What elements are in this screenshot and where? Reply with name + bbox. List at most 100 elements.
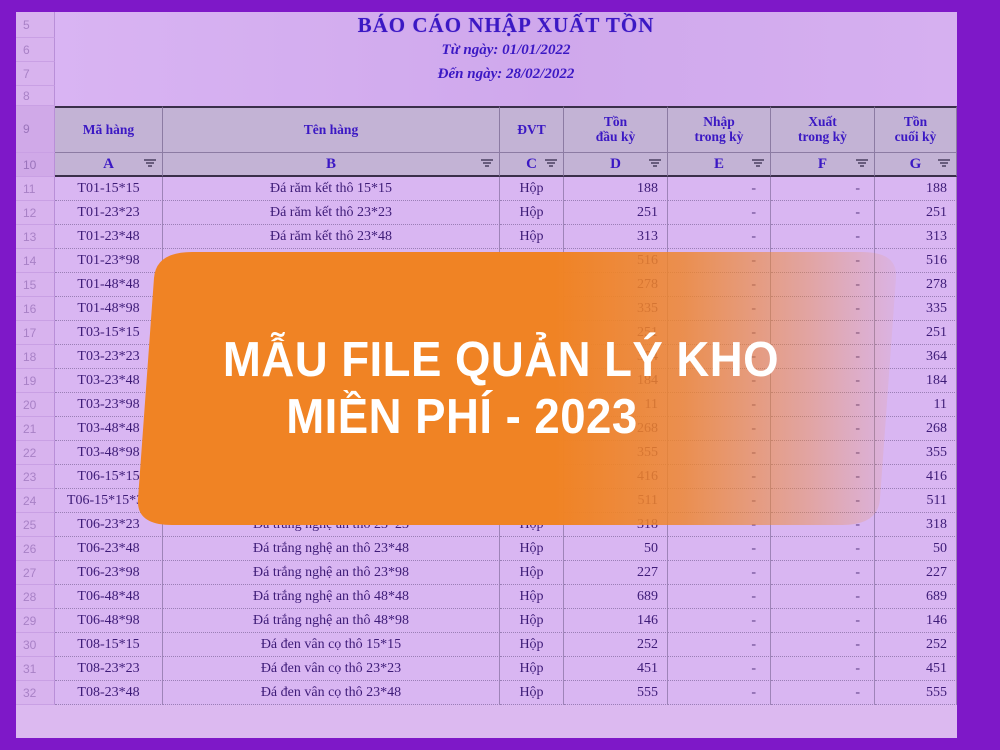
- row-number-19[interactable]: 19: [16, 369, 55, 393]
- cell-dvt[interactable]: Hộp: [500, 225, 564, 249]
- cell-ton-dau-ky[interactable]: 184: [564, 369, 668, 393]
- cell-xuat-trong-ky[interactable]: -: [771, 657, 875, 681]
- cell-ton-cuoi-ky[interactable]: 318: [875, 513, 957, 537]
- table-row[interactable]: 25 T06-23*23 Đá trắng nghệ an thô 23*23 Hộp…: [16, 513, 957, 537]
- row-number-15[interactable]: 15: [16, 273, 55, 297]
- cell-ton-cuoi-ky[interactable]: 278: [875, 273, 957, 297]
- cell-xuat-trong-ky[interactable]: -: [771, 465, 875, 489]
- row-number-27[interactable]: 27: [16, 561, 55, 585]
- cell-nhap-trong-ky[interactable]: -: [668, 609, 771, 633]
- row-number-7[interactable]: 7: [16, 62, 55, 86]
- row-number-20[interactable]: 20: [16, 393, 55, 417]
- cell-xuat-trong-ky[interactable]: -: [771, 177, 875, 201]
- cell-ma-hang[interactable]: T01-15*15: [55, 177, 163, 201]
- table-row[interactable]: 18 T03-23*23 Đá vàng thô 23*23 Hộp 364- -364: [16, 345, 957, 369]
- cell-ton-dau-ky[interactable]: 251: [564, 321, 668, 345]
- cell-nhap-trong-ky[interactable]: -: [668, 225, 771, 249]
- cell-dvt[interactable]: Hộp: [500, 369, 564, 393]
- cell-dvt[interactable]: Hộp: [500, 393, 564, 417]
- table-row[interactable]: 21 T03-48*48 Đá vàng thô 48*48 Hộp 268- -268: [16, 417, 957, 441]
- cell-ten-hang[interactable]: Đá răm kết thô 48*98: [163, 297, 500, 321]
- cell-ma-hang[interactable]: T06-15*15*32: [55, 489, 163, 513]
- filter-icon-d[interactable]: [648, 159, 661, 169]
- cell-ton-dau-ky[interactable]: 251: [564, 201, 668, 225]
- cell-ton-cuoi-ky[interactable]: 251: [875, 321, 957, 345]
- cell-dvt[interactable]: Hộp: [500, 201, 564, 225]
- cell-ma-hang[interactable]: T01-23*23: [55, 201, 163, 225]
- cell-ton-dau-ky[interactable]: 689: [564, 585, 668, 609]
- cell-dvt[interactable]: Hộp: [500, 321, 564, 345]
- cell-ten-hang[interactable]: Đá răm kết thô 23*23: [163, 201, 500, 225]
- cell-ton-cuoi-ky[interactable]: 251: [875, 201, 957, 225]
- column-header-dvt[interactable]: ĐVT: [500, 106, 564, 153]
- cell-ton-dau-ky[interactable]: 318: [564, 513, 668, 537]
- cell-ton-cuoi-ky[interactable]: 11: [875, 393, 957, 417]
- row-number-26[interactable]: 26: [16, 537, 55, 561]
- row-number-21[interactable]: 21: [16, 417, 55, 441]
- cell-dvt[interactable]: Hộp: [500, 249, 564, 273]
- cell-ten-hang[interactable]: Đá trắng nghệ an thô 48*98: [163, 609, 500, 633]
- cell-xuat-trong-ky[interactable]: -: [771, 561, 875, 585]
- table-row[interactable]: 27 T06-23*98 Đá trắng nghệ an thô 23*98 Hộp…: [16, 561, 957, 585]
- cell-ton-dau-ky[interactable]: 355: [564, 441, 668, 465]
- table-row[interactable]: 30 T08-15*15 Đá đen vân cọ thô 15*15 Hộp 252…: [16, 633, 957, 657]
- cell-nhap-trong-ky[interactable]: -: [668, 585, 771, 609]
- cell-dvt[interactable]: Hộp: [500, 441, 564, 465]
- column-header-xuat-trong-ky[interactable]: Xuất trong kỳ: [771, 106, 875, 153]
- cell-xuat-trong-ky[interactable]: -: [771, 321, 875, 345]
- cell-ton-dau-ky[interactable]: 188: [564, 177, 668, 201]
- cell-nhap-trong-ky[interactable]: -: [668, 369, 771, 393]
- cell-nhap-trong-ky[interactable]: -: [668, 633, 771, 657]
- cell-nhap-trong-ky[interactable]: -: [668, 441, 771, 465]
- table-row[interactable]: 23 T06-15*15 Đá trắng nghệ an thô 15*15 Hộp…: [16, 465, 957, 489]
- cell-ma-hang[interactable]: T06-48*48: [55, 585, 163, 609]
- cell-ton-dau-ky[interactable]: 227: [564, 561, 668, 585]
- cell-nhap-trong-ky[interactable]: -: [668, 321, 771, 345]
- cell-ma-hang[interactable]: T06-23*98: [55, 561, 163, 585]
- cell-ton-dau-ky[interactable]: 516: [564, 249, 668, 273]
- cell-ton-dau-ky[interactable]: 416: [564, 465, 668, 489]
- cell-xuat-trong-ky[interactable]: -: [771, 273, 875, 297]
- row-number-29[interactable]: 29: [16, 609, 55, 633]
- cell-ten-hang[interactable]: Đá răm kết thô 15*15: [163, 177, 500, 201]
- spreadsheet-canvas[interactable]: 5 BÁO CÁO NHẬP XUẤT TỒN 6 Từ ngày: 01/01…: [16, 12, 957, 738]
- cell-ton-cuoi-ky[interactable]: 252: [875, 633, 957, 657]
- table-row[interactable]: 16 T01-48*98 Đá răm kết thô 48*98 Hộp 335- -3…: [16, 297, 957, 321]
- cell-ton-cuoi-ky[interactable]: 355: [875, 441, 957, 465]
- cell-ton-dau-ky[interactable]: 50: [564, 537, 668, 561]
- cell-xuat-trong-ky[interactable]: -: [771, 297, 875, 321]
- cell-ten-hang[interactable]: Đá trắng nghệ an thô 23*23: [163, 513, 500, 537]
- cell-dvt[interactable]: Hộp: [500, 585, 564, 609]
- cell-dvt[interactable]: Hộp: [500, 417, 564, 441]
- row-number-8[interactable]: 8: [16, 86, 55, 106]
- cell-dvt[interactable]: Hộp: [500, 561, 564, 585]
- column-letter-c[interactable]: C: [500, 153, 564, 177]
- cell-ton-cuoi-ky[interactable]: 335: [875, 297, 957, 321]
- row-number-5[interactable]: 5: [16, 12, 55, 38]
- cell-ton-dau-ky[interactable]: 451: [564, 657, 668, 681]
- cell-ten-hang[interactable]: Đá trắng nghệ an thô 23*98: [163, 561, 500, 585]
- filter-icon-f[interactable]: [855, 159, 868, 169]
- cell-ten-hang[interactable]: Đá trắng nghệ an thô 15*15*32: [163, 489, 500, 513]
- cell-dvt[interactable]: Hộp: [500, 177, 564, 201]
- cell-ten-hang[interactable]: Đá vàng thô 15*15: [163, 321, 500, 345]
- cell-ma-hang[interactable]: T01-23*98: [55, 249, 163, 273]
- cell-xuat-trong-ky[interactable]: -: [771, 441, 875, 465]
- cell-nhap-trong-ky[interactable]: -: [668, 513, 771, 537]
- cell-dvt[interactable]: Hộp: [500, 657, 564, 681]
- cell-dvt[interactable]: Hộp: [500, 465, 564, 489]
- row-number-9[interactable]: 9: [16, 106, 55, 153]
- cell-ten-hang[interactable]: Đá vàng thô 48*48: [163, 417, 500, 441]
- cell-ten-hang[interactable]: Đá đen vân cọ thô 15*15: [163, 633, 500, 657]
- cell-ma-hang[interactable]: T06-23*23: [55, 513, 163, 537]
- cell-ton-cuoi-ky[interactable]: 184: [875, 369, 957, 393]
- table-row[interactable]: 15 T01-48*48 Đá răm kết thô 48*48 Hộp 278- -2…: [16, 273, 957, 297]
- table-row[interactable]: 13 T01-23*48 Đá răm kết thô 23*48 Hộp 313- -3…: [16, 225, 957, 249]
- cell-ton-dau-ky[interactable]: 146: [564, 609, 668, 633]
- cell-ma-hang[interactable]: T06-23*48: [55, 537, 163, 561]
- cell-ton-dau-ky[interactable]: 278: [564, 273, 668, 297]
- cell-ma-hang[interactable]: T03-15*15: [55, 321, 163, 345]
- cell-nhap-trong-ky[interactable]: -: [668, 561, 771, 585]
- cell-ma-hang[interactable]: T03-23*23: [55, 345, 163, 369]
- table-row[interactable]: 12 T01-23*23 Đá răm kết thô 23*23 Hộp 251- -2…: [16, 201, 957, 225]
